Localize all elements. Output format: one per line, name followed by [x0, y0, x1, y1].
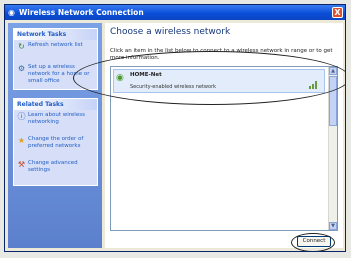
wireless-connection-window: ◉ Wireless Network Connection X Network … [4, 4, 346, 252]
close-button[interactable]: X [332, 7, 343, 18]
signal-strength-icon [309, 81, 319, 89]
info-icon: ⓘ [17, 112, 26, 121]
wireless-network-icon: ◉ [116, 73, 124, 83]
learn-wireless-link[interactable]: ⓘ Learn about wireless networking [14, 110, 97, 134]
network-name: HOME-Net [130, 72, 162, 78]
network-list: ◉ HOME-Net Security-enabled wireless net… [110, 66, 338, 231]
settings-icon: ⚒ [17, 160, 26, 169]
connect-button[interactable]: Connect [297, 236, 331, 247]
task-label: Change advanced settings [28, 160, 78, 173]
change-advanced-settings-link[interactable]: ⚒ Change advanced settings [14, 158, 97, 182]
related-tasks-panel: Related Tasks ⓘ Learn about wireless net… [13, 98, 98, 186]
wireless-icon: ◉ [8, 8, 15, 17]
scroll-down-icon[interactable]: ▼ [329, 222, 337, 230]
related-tasks-header: Related Tasks [14, 99, 97, 110]
network-tasks-panel: Network Tasks ↻ Refresh network list ⚙ S… [13, 28, 98, 90]
main-content: Choose a wireless network Click an item … [105, 23, 343, 248]
task-label: Change the order of preferred networks [28, 136, 84, 149]
instructions-text: Click an item in the list below to conne… [110, 48, 333, 61]
star-icon: ★ [17, 136, 26, 145]
network-security: Security-enabled wireless network [130, 84, 217, 90]
task-label: Learn about wireless networking [28, 112, 85, 125]
task-label: Set up a wireless network for a home or … [28, 64, 90, 84]
setup-network-icon: ⚙ [17, 64, 26, 73]
setup-wireless-network-link[interactable]: ⚙ Set up a wireless network for a home o… [14, 62, 97, 88]
refresh-icon: ↻ [18, 42, 25, 51]
network-item[interactable]: ◉ HOME-Net Security-enabled wireless net… [113, 69, 325, 93]
page-title: Choose a wireless network [110, 27, 231, 37]
change-network-order-link[interactable]: ★ Change the order of preferred networks [14, 134, 97, 158]
vertical-scrollbar[interactable]: ▲ ▼ [328, 67, 337, 230]
network-tasks-header: Network Tasks [14, 29, 97, 40]
scroll-up-icon[interactable]: ▲ [329, 67, 337, 75]
scroll-thumb[interactable] [329, 76, 337, 126]
task-label: Refresh network list [28, 42, 83, 48]
task-sidebar: Network Tasks ↻ Refresh network list ⚙ S… [8, 23, 102, 248]
window-title: Wireless Network Connection [19, 8, 144, 17]
title-bar[interactable]: ◉ Wireless Network Connection X [5, 5, 345, 20]
refresh-network-list-link[interactable]: ↻ Refresh network list [14, 40, 97, 62]
